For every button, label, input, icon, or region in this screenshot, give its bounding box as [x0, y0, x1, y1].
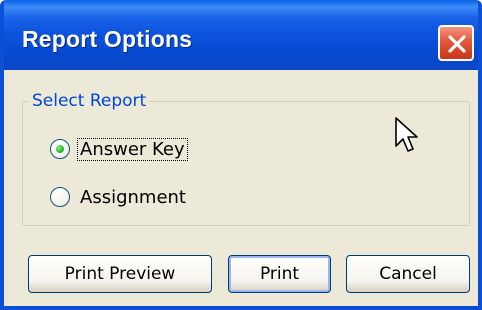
- mouse-pointer-icon: [395, 117, 418, 152]
- radio-answer-key[interactable]: Answer Key: [50, 136, 188, 162]
- group-legend: Select Report: [29, 90, 150, 112]
- radio-assignment[interactable]: Assignment: [50, 184, 188, 210]
- title-bar[interactable]: Report Options: [4, 0, 478, 70]
- radio-label-assignment: Assignment: [80, 186, 186, 208]
- close-button[interactable]: [438, 25, 474, 61]
- print-button[interactable]: Print: [228, 255, 331, 293]
- radio-selected-dot: [56, 145, 64, 153]
- radio-button[interactable]: [50, 187, 70, 207]
- radio-label-answer-key: Answer Key: [77, 137, 188, 161]
- close-icon: [448, 35, 466, 53]
- window-title: Report Options: [22, 26, 193, 52]
- cancel-button[interactable]: Cancel: [346, 255, 470, 293]
- print-preview-button[interactable]: Print Preview: [28, 255, 212, 293]
- radio-button-selected[interactable]: [50, 139, 70, 159]
